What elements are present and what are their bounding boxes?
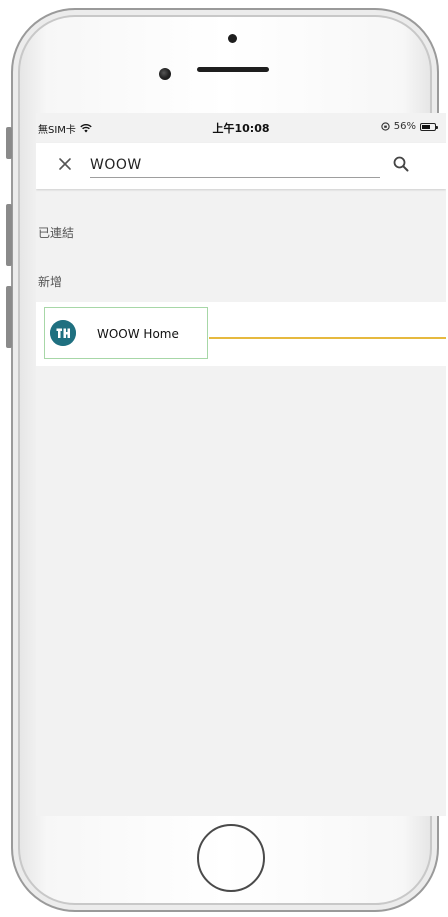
proximity-sensor (228, 34, 237, 43)
orientation-lock-icon (381, 122, 390, 131)
battery-icon (420, 122, 438, 131)
woow-home-logo-icon (50, 320, 76, 346)
section-connected-label: 已連結 (38, 226, 75, 240)
volume-down-button (6, 286, 12, 348)
home-button[interactable] (197, 824, 265, 892)
search-bar (36, 143, 446, 189)
volume-up-button (6, 204, 12, 266)
close-icon[interactable] (56, 155, 74, 173)
phone-screen: 無SIM卡 上午10:08 56% 已連結 新增 (36, 113, 446, 816)
status-right: 56% (381, 121, 438, 132)
section-new-label: 新增 (38, 275, 63, 289)
mute-switch (6, 127, 12, 159)
earpiece-speaker (197, 67, 269, 72)
status-bar: 無SIM卡 上午10:08 56% (36, 113, 446, 137)
front-camera (159, 68, 171, 80)
app-name: WOOW Home (97, 327, 179, 341)
search-icon[interactable] (392, 155, 410, 173)
callout-line (209, 337, 446, 339)
search-input[interactable] (90, 153, 380, 178)
battery-percent: 56% (393, 121, 416, 132)
